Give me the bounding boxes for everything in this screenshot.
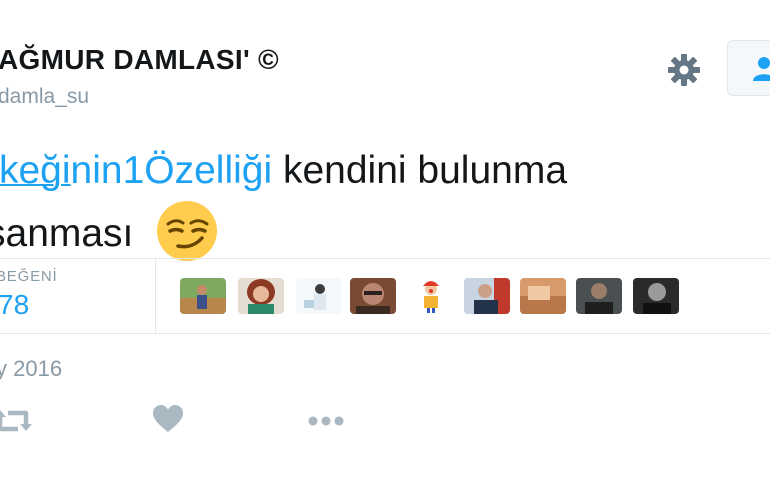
smirking-face-emoji: [157, 201, 218, 261]
retweet-button[interactable]: [0, 403, 36, 439]
liker-avatar-2[interactable]: [238, 278, 284, 314]
liker-avatar-5-image: [408, 278, 454, 314]
like-button[interactable]: [150, 403, 194, 439]
liker-avatar-3-image: [296, 278, 342, 314]
hashtag-rest: nin1Özelliği: [70, 149, 273, 192]
add-user-icon: [753, 57, 770, 81]
tweet-line-1-rest: kendini bulunma: [272, 149, 568, 192]
liker-avatar-4[interactable]: [350, 278, 396, 314]
more-button[interactable]: [305, 403, 349, 439]
username[interactable]: damla_su: [0, 85, 89, 109]
liker-avatar-1-image: [180, 278, 226, 314]
liker-avatar-8[interactable]: [576, 278, 622, 314]
tweet-line-1: rkeğinin1Özelliği kendini bulunma: [0, 142, 567, 200]
liker-avatar-8-image: [576, 278, 622, 314]
liker-avatar-4-image: [350, 278, 396, 314]
liker-avatar-7[interactable]: [520, 278, 566, 314]
tweet-line-2: sanması: [0, 200, 567, 263]
heart-icon: [153, 405, 183, 432]
liker-avatar-9[interactable]: [633, 278, 679, 314]
liker-avatar-1[interactable]: [180, 278, 226, 314]
tweet-date[interactable]: y 2016: [0, 356, 62, 382]
likes-count[interactable]: 78: [0, 289, 29, 321]
stats-separator: [155, 259, 156, 333]
gear-icon: [668, 54, 700, 86]
divider-bottom: [0, 333, 770, 334]
liker-avatar-6[interactable]: [464, 278, 510, 314]
liker-avatar-6-image: [464, 278, 510, 314]
display-name[interactable]: AĞMUR DAMLASI' ©: [0, 44, 279, 76]
liker-avatar-9-image: [633, 278, 679, 314]
liker-avatar-5[interactable]: [408, 278, 454, 314]
liker-avatar-2-image: [238, 278, 284, 314]
more-icon: [308, 416, 344, 426]
liker-avatar-7-image: [520, 278, 566, 314]
follow-button[interactable]: [727, 40, 770, 96]
hashtag-underlined-part: rkeği: [0, 149, 71, 192]
tweet-text: rkeğinin1Özelliği kendini bulunma sanmas…: [0, 142, 567, 263]
likes-label: BEĞENİ: [0, 268, 58, 285]
hashtag-link[interactable]: rkeğinin1Özelliği: [0, 149, 272, 192]
tweet-page: AĞMUR DAMLASI' © damla_su keğinin1Özelli…: [0, 0, 770, 485]
settings-button[interactable]: [664, 50, 704, 90]
tweet-line-2-text: sanması: [0, 212, 134, 255]
liker-avatar-3[interactable]: [296, 278, 342, 314]
retweet-icon: [0, 410, 32, 432]
divider-top: [0, 258, 770, 259]
